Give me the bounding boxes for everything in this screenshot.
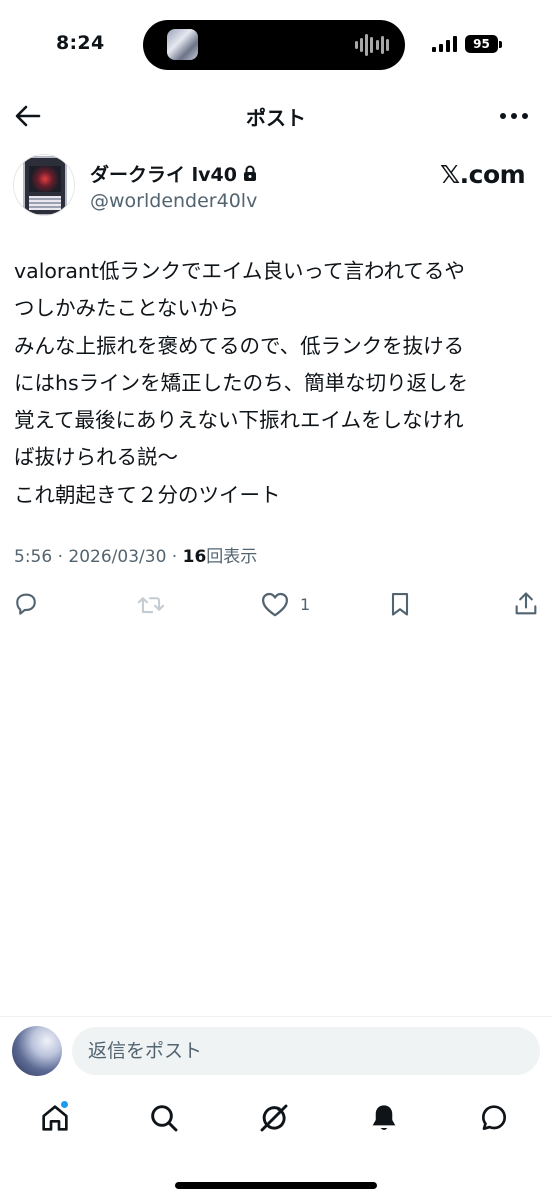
avatar-card-image — [23, 156, 67, 215]
search-icon — [151, 1105, 178, 1132]
avatar-card-art — [29, 166, 61, 192]
post-header: ポスト — [0, 92, 552, 140]
post-meta: 5:56 · 2026/03/30 · 16回表示 — [14, 542, 257, 567]
tab-messages[interactable] — [474, 1098, 514, 1138]
heart-icon — [262, 592, 288, 617]
share-icon — [515, 592, 537, 615]
meta-separator: · — [57, 547, 63, 567]
more-options-button[interactable] — [496, 100, 532, 132]
reply-input[interactable]: 返信をポスト — [72, 1027, 540, 1075]
notifications-icon — [372, 1105, 396, 1130]
post-text: valorant低ランクでエイム良いって言われてるや つしかみたことないから み… — [14, 259, 469, 507]
tab-grok[interactable] — [254, 1098, 294, 1138]
lock-icon — [243, 165, 256, 181]
battery-level: 95 — [465, 35, 498, 53]
bookmark-button[interactable] — [386, 588, 414, 620]
messages-icon — [482, 1105, 506, 1130]
post-time: 5:56 — [14, 547, 53, 567]
like-button[interactable]: 1 — [260, 588, 310, 620]
share-button[interactable] — [512, 588, 540, 620]
meta-separator: · — [171, 547, 178, 567]
tab-search[interactable] — [144, 1098, 184, 1138]
dynamic-island[interactable] — [143, 20, 405, 70]
author-display-name[interactable]: ダークライ lv40 — [90, 160, 257, 187]
author-handle[interactable]: @worldender40lv — [90, 190, 257, 212]
user-avatar[interactable] — [12, 1026, 62, 1076]
battery-cap — [499, 41, 502, 48]
author-avatar[interactable] — [13, 154, 75, 216]
avatar-card-text — [29, 196, 61, 210]
post-date: 2026/03/30 — [68, 547, 167, 567]
bottom-tab-bar — [0, 1094, 552, 1144]
now-playing-artwork — [167, 29, 198, 60]
like-count: 1 — [300, 594, 311, 614]
reply-divider — [0, 1016, 552, 1017]
page-title: ポスト — [246, 106, 306, 130]
home-indicator[interactable] — [175, 1182, 377, 1189]
post-actions: 1 — [0, 586, 552, 622]
views-count[interactable]: 16 — [183, 547, 207, 567]
home-badge-dot — [60, 1100, 69, 1109]
reply-icon — [16, 593, 36, 615]
status-bar: 8:24 95 — [0, 0, 552, 90]
cellular-signal-icon — [432, 36, 457, 52]
tab-home[interactable] — [35, 1098, 75, 1138]
views-label: 回表示 — [206, 547, 258, 567]
repost-button[interactable] — [136, 588, 166, 620]
tab-notifications[interactable] — [364, 1098, 404, 1138]
audio-waveform-icon — [355, 33, 389, 57]
x-com-badge: 𝕏.com — [440, 160, 526, 189]
more-horizontal-icon — [500, 113, 528, 119]
status-time: 8:24 — [56, 32, 105, 54]
repost-icon — [137, 597, 165, 614]
reply-button[interactable] — [12, 588, 40, 620]
grok-icon — [260, 1104, 288, 1132]
author-name-text: ダークライ lv40 — [90, 164, 237, 186]
bookmark-icon — [391, 593, 409, 616]
